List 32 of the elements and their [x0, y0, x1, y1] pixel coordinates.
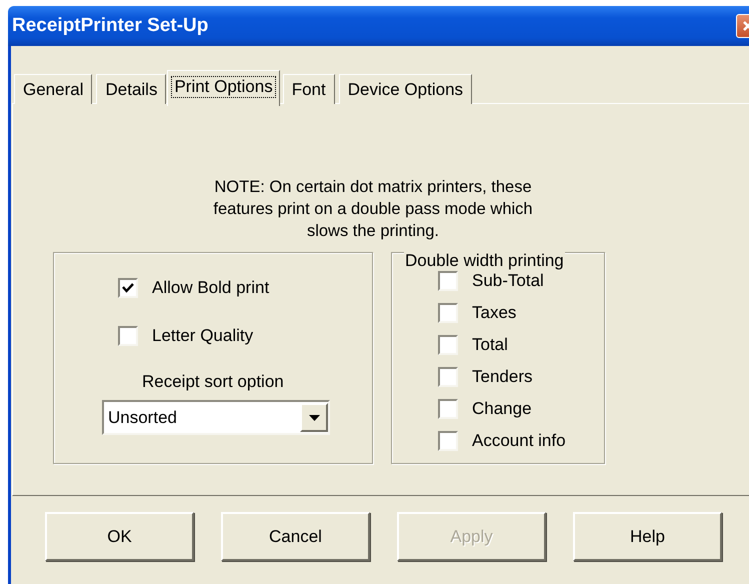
checkbox[interactable]: [438, 303, 458, 323]
group-title: Double width printing: [404, 251, 565, 271]
caret-icon: [308, 414, 320, 420]
checkbox-label: Letter Quality: [152, 326, 254, 346]
note-text: NOTE: On certain dot matrix printers, these features print on a double pass mode which slows the printing.: [212, 177, 534, 242]
dialog-button[interactable]: Cancel: [221, 512, 370, 561]
dialog-button[interactable]: OK: [45, 512, 194, 561]
tab[interactable]: Print Options: [167, 70, 280, 106]
checkbox-label: Tenders: [472, 367, 532, 387]
checkbox-label: Sub-Total: [472, 271, 544, 291]
checkbox-label: Total: [472, 335, 508, 355]
checkbox[interactable]: [118, 326, 138, 346]
checkbox[interactable]: [118, 278, 138, 298]
checkbox-label: Allow Bold print: [152, 278, 270, 298]
checkmark-icon: [122, 283, 134, 293]
checkbox[interactable]: [438, 431, 458, 451]
field-label: Receipt sort option: [142, 372, 284, 392]
window-title: ReceiptPrinter Set-Up: [12, 15, 208, 37]
dropdown[interactable]: Unsorted: [102, 400, 330, 435]
tab[interactable]: General: [14, 74, 92, 104]
checkbox[interactable]: [438, 335, 458, 355]
checkbox[interactable]: [438, 399, 458, 419]
tab[interactable]: Font: [282, 74, 335, 104]
dropdown-button[interactable]: [300, 403, 328, 432]
checkbox[interactable]: [438, 367, 458, 387]
dialog-button[interactable]: Help: [573, 512, 722, 561]
tab[interactable]: Details: [96, 74, 166, 104]
checkbox-label: Change: [472, 399, 532, 419]
checkbox[interactable]: [438, 271, 458, 291]
checkbox-label: Taxes: [472, 303, 516, 323]
tab[interactable]: Device Options: [338, 74, 472, 104]
checkbox-label: Account info: [472, 431, 566, 451]
